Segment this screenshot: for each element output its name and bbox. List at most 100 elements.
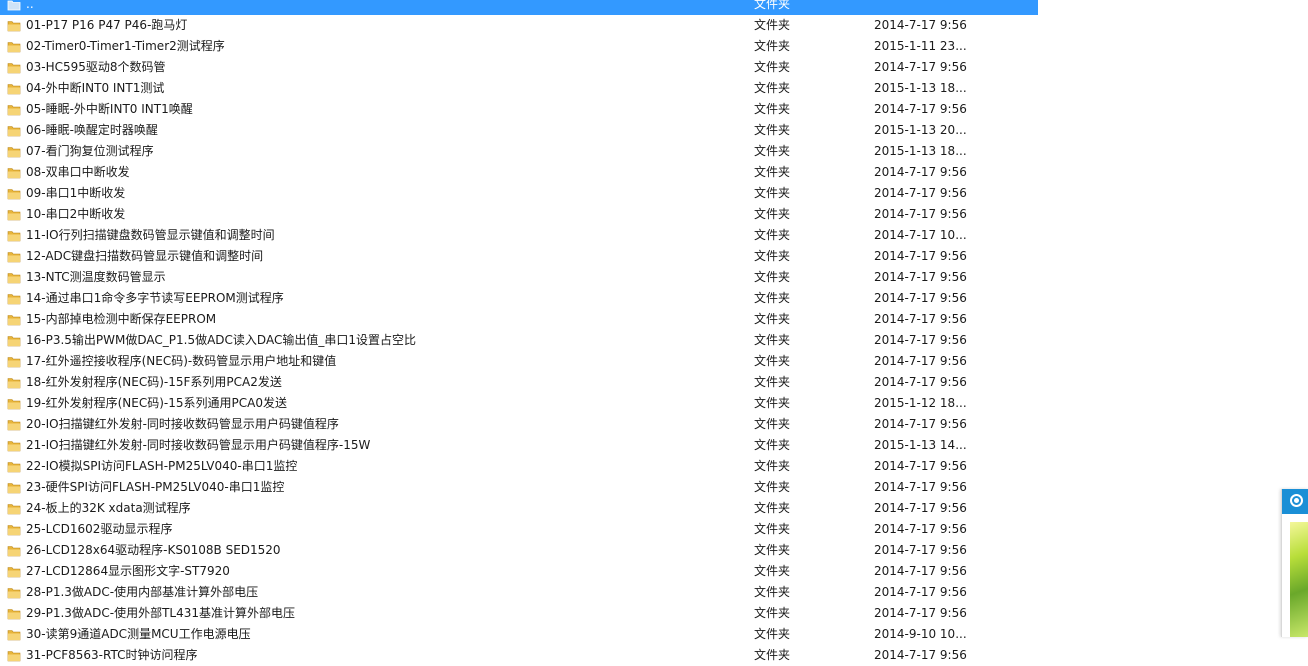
file-name: 15-内部掉电检测中断保存EEPROM	[26, 312, 217, 326]
folder-icon	[7, 355, 21, 368]
folder-row[interactable]: 12-ADC键盘扫描数码管显示键值和调整时间 文件夹 2014-7-17 9:56	[0, 246, 1038, 267]
folder-row[interactable]: 06-睡眠-唤醒定时器唤醒 文件夹 2015-1-13 20...	[0, 120, 1038, 141]
side-widget-thumbnail[interactable]	[1290, 522, 1308, 637]
file-name: 11-IO行列扫描键盘数码管显示键值和调整时间	[26, 228, 275, 242]
folder-row[interactable]: 17-红外遥控接收程序(NEC码)-数码管显示用户地址和键值 文件夹 2014-7-…	[0, 351, 1038, 372]
file-date: 2014-7-17 9:56	[874, 18, 967, 32]
folder-icon	[7, 145, 21, 158]
file-type: 文件夹	[754, 438, 791, 452]
folder-row[interactable]: 25-LCD1602驱动显示程序 文件夹 2014-7-17 9:56	[0, 519, 1038, 540]
file-type: 文件夹	[754, 354, 791, 368]
folder-row[interactable]: 10-串口2中断收发 文件夹 2014-7-17 9:56	[0, 204, 1038, 225]
folder-row[interactable]: 28-P1.3做ADC-使用内部基准计算外部电压 文件夹 2014-7-17 9:5…	[0, 582, 1038, 603]
folder-row[interactable]: 03-HC595驱动8个数码管 文件夹 2014-7-17 9:56	[0, 57, 1038, 78]
folder-row[interactable]: 26-LCD128x64驱动程序-KS0108B SED1520 文件夹 2014-…	[0, 540, 1038, 561]
file-date: 2014-7-17 9:56	[874, 417, 967, 431]
folder-row[interactable]: 11-IO行列扫描键盘数码管显示键值和调整时间 文件夹 2014-7-17 10..…	[0, 225, 1038, 246]
file-date: 2014-7-17 9:56	[874, 186, 967, 200]
folder-row[interactable]: 22-IO模拟SPI访问FLASH-PM25LV040-串口1监控 文件夹 2014…	[0, 456, 1038, 477]
folder-row[interactable]: 21-IO扫描键红外发射-同时接收数码管显示用户码键值程序-15W 文件夹 2015…	[0, 435, 1038, 456]
file-date: 2015-1-13 14...	[874, 438, 967, 452]
folder-row[interactable]: 14-通过串口1命令多字节读写EEPROM测试程序 文件夹 2014-7-17 9:…	[0, 288, 1038, 309]
folder-row[interactable]: 30-读第9通道ADC测量MCU工作电源电压 文件夹 2014-9-10 10...	[0, 624, 1038, 645]
file-date: 2014-7-17 9:56	[874, 270, 967, 284]
file-type: 文件夹	[754, 459, 791, 473]
file-type: 文件夹	[754, 60, 791, 74]
folder-row[interactable]: 24-板上的32K xdata测试程序 文件夹 2014-7-17 9:56	[0, 498, 1038, 519]
folder-up-icon	[7, 0, 21, 11]
file-type: 文件夹	[754, 39, 791, 53]
file-type: 文件夹	[754, 312, 791, 326]
folder-row[interactable]: 04-外中断INT0 INT1测试 文件夹 2015-1-13 18...	[0, 78, 1038, 99]
folder-row[interactable]: 02-Timer0-Timer1-Timer2测试程序 文件夹 2015-1-11 …	[0, 36, 1038, 57]
file-name: 05-睡眠-外中断INT0 INT1唤醒	[26, 102, 193, 116]
file-type: 文件夹	[754, 585, 791, 599]
file-name: 13-NTC测温度数码管显示	[26, 270, 166, 284]
file-name: 07-看门狗复位测试程序	[26, 144, 154, 158]
file-type: 文件夹	[754, 18, 791, 32]
file-date: 2014-7-17 9:56	[874, 606, 967, 620]
file-date: 2014-7-17 10...	[874, 228, 967, 242]
file-name: 10-串口2中断收发	[26, 207, 126, 221]
folder-row[interactable]: 27-LCD12864显示图形文字-ST7920 文件夹 2014-7-17 9:5…	[0, 561, 1038, 582]
folder-icon	[7, 250, 21, 263]
file-type: 文件夹	[754, 0, 791, 11]
file-date: 2014-7-17 9:56	[874, 543, 967, 557]
folder-row[interactable]: 01-P17 P16 P47 P46-跑马灯 文件夹 2014-7-17 9:56	[0, 15, 1038, 36]
file-name: 02-Timer0-Timer1-Timer2测试程序	[26, 39, 225, 53]
folder-row[interactable]: 15-内部掉电检测中断保存EEPROM 文件夹 2014-7-17 9:56	[0, 309, 1038, 330]
file-name: 08-双串口中断收发	[26, 165, 130, 179]
file-type: 文件夹	[754, 522, 791, 536]
file-name: 22-IO模拟SPI访问FLASH-PM25LV040-串口1监控	[26, 459, 298, 473]
file-name: 31-PCF8563-RTC时钟访问程序	[26, 648, 198, 662]
file-type: 文件夹	[754, 417, 791, 431]
file-name: 01-P17 P16 P47 P46-跑马灯	[26, 18, 188, 32]
file-name: ..	[26, 0, 34, 11]
side-widget-header[interactable]	[1282, 489, 1308, 514]
folder-row[interactable]: 08-双串口中断收发 文件夹 2014-7-17 9:56	[0, 162, 1038, 183]
file-date: 2014-7-17 9:56	[874, 291, 967, 305]
folder-row[interactable]: 31-PCF8563-RTC时钟访问程序 文件夹 2014-7-17 9:56	[0, 645, 1038, 666]
file-date: 2014-7-17 9:56	[874, 501, 967, 515]
file-name: 24-板上的32K xdata测试程序	[26, 501, 191, 515]
folder-row[interactable]: 23-硬件SPI访问FLASH-PM25LV040-串口1监控 文件夹 2014-7…	[0, 477, 1038, 498]
file-date: 2015-1-12 18...	[874, 396, 967, 410]
folder-icon	[7, 229, 21, 242]
file-date: 2014-7-17 9:56	[874, 585, 967, 599]
file-name: 03-HC595驱动8个数码管	[26, 60, 166, 74]
file-type: 文件夹	[754, 270, 791, 284]
file-type: 文件夹	[754, 144, 791, 158]
folder-row[interactable]: 16-P3.5输出PWM做DAC_P1.5做ADC读入DAC输出值_串口1设置占…	[0, 330, 1038, 351]
folder-row[interactable]: 29-P1.3做ADC-使用外部TL431基准计算外部电压 文件夹 2014-7-1…	[0, 603, 1038, 624]
folder-row[interactable]: 20-IO扫描键红外发射-同时接收数码管显示用户码键值程序 文件夹 2014-7-1…	[0, 414, 1038, 435]
floating-side-widget[interactable]	[1281, 489, 1308, 637]
folder-icon	[7, 523, 21, 536]
folder-row[interactable]: 13-NTC测温度数码管显示 文件夹 2014-7-17 9:56	[0, 267, 1038, 288]
folder-row[interactable]: 19-红外发射程序(NEC码)-15系列通用PCA0发送 文件夹 2015-1-12…	[0, 393, 1038, 414]
folder-icon	[7, 628, 21, 641]
file-type: 文件夹	[754, 375, 791, 389]
file-name: 30-读第9通道ADC测量MCU工作电源电压	[26, 627, 251, 641]
file-name: 19-红外发射程序(NEC码)-15系列通用PCA0发送	[26, 396, 287, 410]
folder-row[interactable]: 18-红外发射程序(NEC码)-15F系列用PCA2发送 文件夹 2014-7-17…	[0, 372, 1038, 393]
folder-icon	[7, 418, 21, 431]
folder-row[interactable]: 09-串口1中断收发 文件夹 2014-7-17 9:56	[0, 183, 1038, 204]
parent-folder-row[interactable]: .. 文件夹	[0, 0, 1038, 15]
file-name: 21-IO扫描键红外发射-同时接收数码管显示用户码键值程序-15W	[26, 438, 371, 452]
folder-icon	[7, 292, 21, 305]
file-date: 2014-7-17 9:56	[874, 564, 967, 578]
folder-icon	[7, 502, 21, 515]
folder-row[interactable]: 07-看门狗复位测试程序 文件夹 2015-1-13 18...	[0, 141, 1038, 162]
file-date: 2014-7-17 9:56	[874, 648, 967, 662]
file-type: 文件夹	[754, 333, 791, 347]
folder-icon	[7, 397, 21, 410]
file-type: 文件夹	[754, 291, 791, 305]
folder-icon	[7, 82, 21, 95]
file-date: 2015-1-13 20...	[874, 123, 967, 137]
folder-icon	[7, 19, 21, 32]
file-name: 26-LCD128x64驱动程序-KS0108B SED1520	[26, 543, 281, 557]
file-date: 2014-7-17 9:56	[874, 102, 967, 116]
folder-row[interactable]: 05-睡眠-外中断INT0 INT1唤醒 文件夹 2014-7-17 9:56	[0, 99, 1038, 120]
file-type: 文件夹	[754, 543, 791, 557]
folder-icon	[7, 586, 21, 599]
